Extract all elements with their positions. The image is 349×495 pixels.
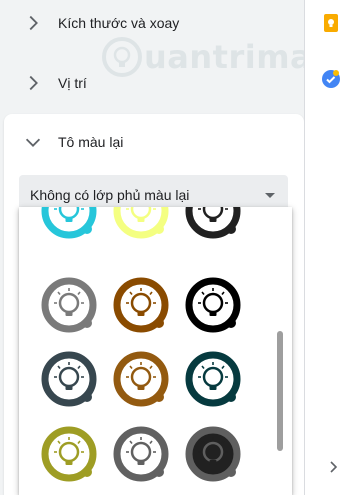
chevron-down-icon <box>25 138 41 147</box>
recolor-option-lightbulb-icon[interactable] <box>113 426 169 482</box>
section-recolor-label: Tô màu lại <box>58 134 124 150</box>
recolor-option-lightbulb-icon[interactable] <box>113 207 169 239</box>
recolor-option-lightbulb-icon[interactable] <box>113 277 169 333</box>
menu-scrollbar[interactable] <box>277 331 283 451</box>
expand-panel-icon[interactable] <box>325 459 341 475</box>
recolor-option-lightbulb-icon[interactable] <box>41 426 97 482</box>
recolor-dropdown-value: Không có lớp phủ màu lại <box>30 187 190 203</box>
recolor-option-lightbulb-icon[interactable] <box>185 207 241 239</box>
recolor-option-lightbulb-icon[interactable] <box>41 351 97 407</box>
recolor-option-lightbulb-icon[interactable] <box>113 351 169 407</box>
watermark-logo-icon <box>102 37 142 77</box>
recolor-option-lightbulb-icon[interactable] <box>185 426 241 482</box>
chevron-right-icon <box>29 75 38 91</box>
recolor-option-lightbulb-icon[interactable] <box>41 277 97 333</box>
recolor-option-lightbulb-icon[interactable] <box>185 351 241 407</box>
recolor-options-menu <box>19 207 292 495</box>
side-panel-rail <box>304 0 349 495</box>
recolor-option-lightbulb-icon[interactable] <box>185 277 241 333</box>
section-size-rotation-label: Kích thước và xoay <box>58 15 180 31</box>
keep-icon[interactable] <box>322 14 340 32</box>
recolor-option-lightbulb-icon[interactable] <box>41 207 97 239</box>
chevron-right-icon <box>29 15 38 31</box>
section-position-label: Vị trí <box>58 75 87 91</box>
format-options-panel: Kích thước và xoay Vị trí Tô màu lại Khô… <box>0 0 349 495</box>
dropdown-arrow-icon <box>265 193 275 198</box>
tasks-icon[interactable] <box>322 70 340 88</box>
section-recolor[interactable]: Tô màu lại <box>0 113 304 171</box>
